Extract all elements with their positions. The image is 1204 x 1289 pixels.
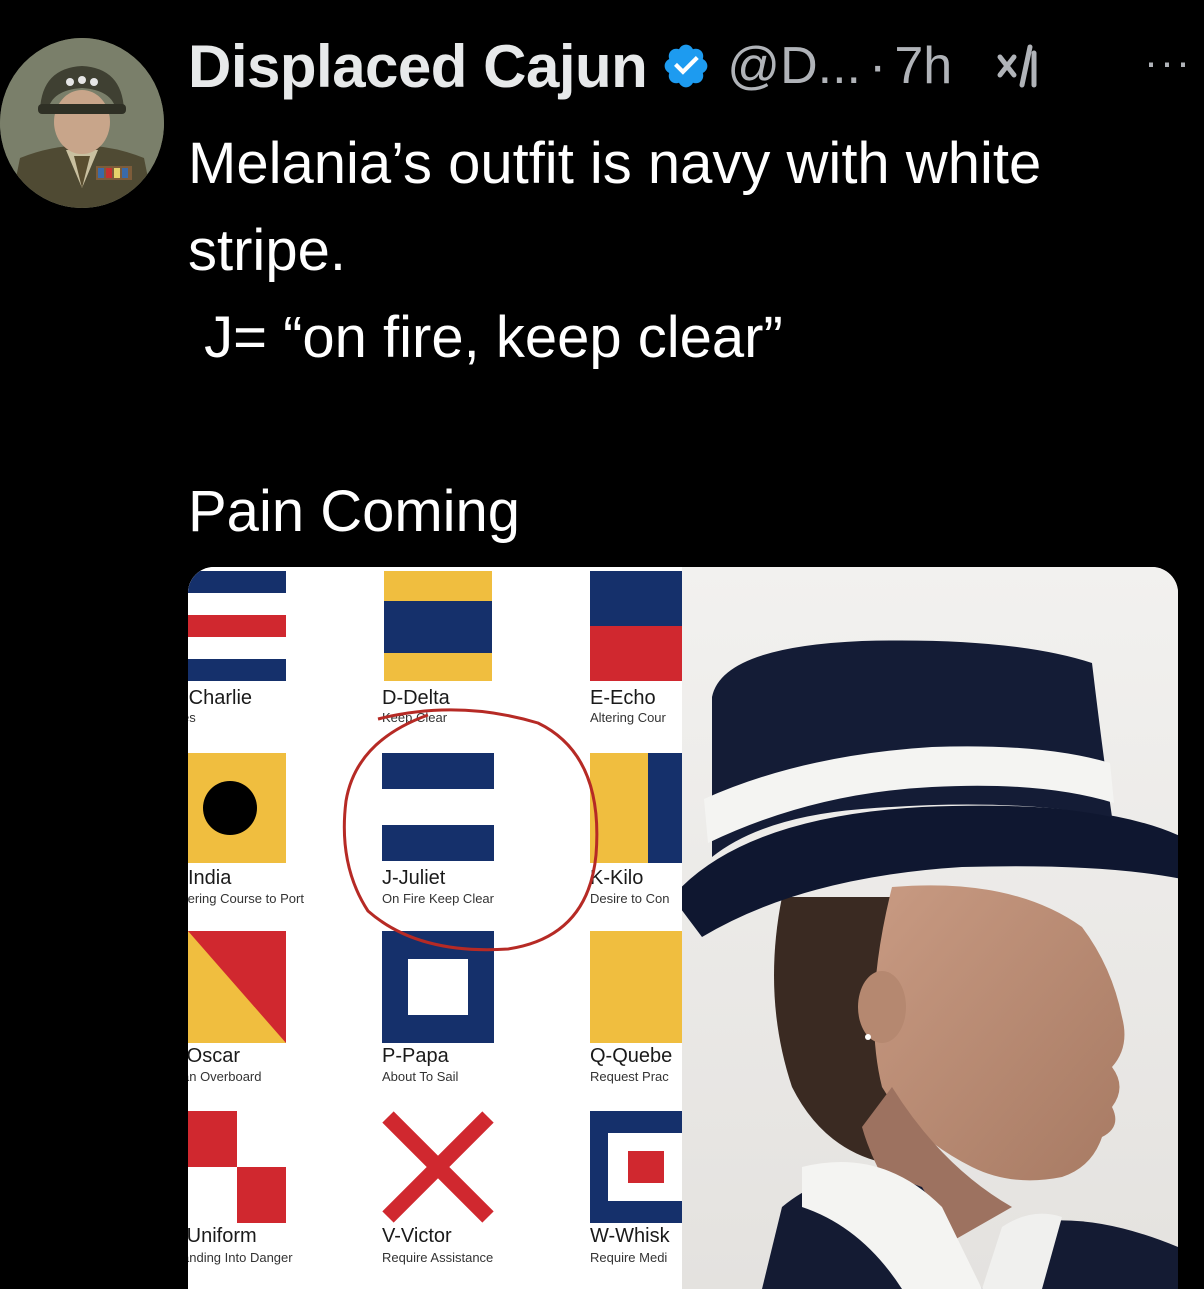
user-handle[interactable]: @D... [727, 36, 861, 96]
flag-oscar [188, 931, 286, 1043]
flag-papa [382, 931, 494, 1043]
flag-label: E-Echo [590, 687, 656, 709]
flag-desc: an Overboard [188, 1069, 262, 1084]
flag-desc: Require Medi [590, 1250, 668, 1265]
flag-label: -Uniform [188, 1225, 257, 1247]
flag-desc: Require Assistance [382, 1250, 494, 1265]
timestamp[interactable]: 7h [894, 36, 952, 96]
flag-desc: Desire to Con [590, 891, 670, 906]
flag-desc: Altering Cour [590, 710, 666, 725]
flag-desc: Keep Clear [382, 710, 448, 725]
flag-delta [384, 571, 492, 681]
flag-label: K-Kilo [590, 867, 644, 889]
tweet-header: Displaced Cajun @D... · 7h ··· [188, 30, 1198, 102]
flag-uniform [188, 1111, 286, 1223]
melania-photo[interactable] [682, 567, 1178, 1289]
grok-icon[interactable] [992, 41, 1048, 91]
tweet-media[interactable]: -Charlie es D-Delta Keep Clear E-Echo Al… [188, 567, 1178, 1289]
flag-desc: anding Into Danger [188, 1250, 293, 1265]
flag-charlie [188, 571, 286, 681]
more-options-icon[interactable]: ··· [1144, 38, 1192, 86]
verified-badge-icon [664, 44, 708, 88]
flag-whiskey [590, 1111, 682, 1223]
tweet-text: Melania’s outfit is navy with white stri… [188, 120, 1188, 555]
flag-label: J-Juliet [382, 867, 446, 889]
flag-label: -Oscar [188, 1045, 240, 1067]
tweet-text-line: J= “on fire, keep clear” [188, 305, 783, 370]
flag-label: P-Papa [382, 1045, 449, 1067]
flag-juliet [382, 753, 494, 861]
separator-dot: · [868, 37, 887, 95]
signal-flags-image[interactable]: -Charlie es D-Delta Keep Clear E-Echo Al… [188, 567, 682, 1289]
flag-label: V-Victor [382, 1225, 452, 1247]
flag-label: Q-Quebe [590, 1045, 673, 1067]
flag-label: W-Whisk [590, 1225, 670, 1247]
avatar-image [0, 38, 164, 208]
display-name[interactable]: Displaced Cajun [188, 32, 648, 101]
flag-echo [590, 571, 682, 681]
flag-desc: About To Sail [382, 1069, 459, 1084]
flag-desc: tering Course to Port [188, 891, 304, 906]
flag-victor [382, 1111, 494, 1223]
flag-india [188, 753, 286, 863]
flag-desc: es [188, 710, 196, 725]
portrait-image [682, 567, 1178, 1289]
tweet-text-line: Pain Coming [188, 479, 521, 544]
flag-desc: Request Prac [590, 1069, 669, 1084]
avatar[interactable] [0, 38, 164, 208]
flag-desc: On Fire Keep Clear [382, 891, 494, 906]
tweet-text-line: Melania’s outfit is navy with white stri… [188, 131, 1058, 283]
flag-quebec [590, 931, 682, 1043]
flag-kilo [590, 753, 682, 863]
flag-label: India [188, 867, 232, 889]
flag-label: -Charlie [188, 687, 253, 709]
flag-label: D-Delta [382, 687, 450, 709]
